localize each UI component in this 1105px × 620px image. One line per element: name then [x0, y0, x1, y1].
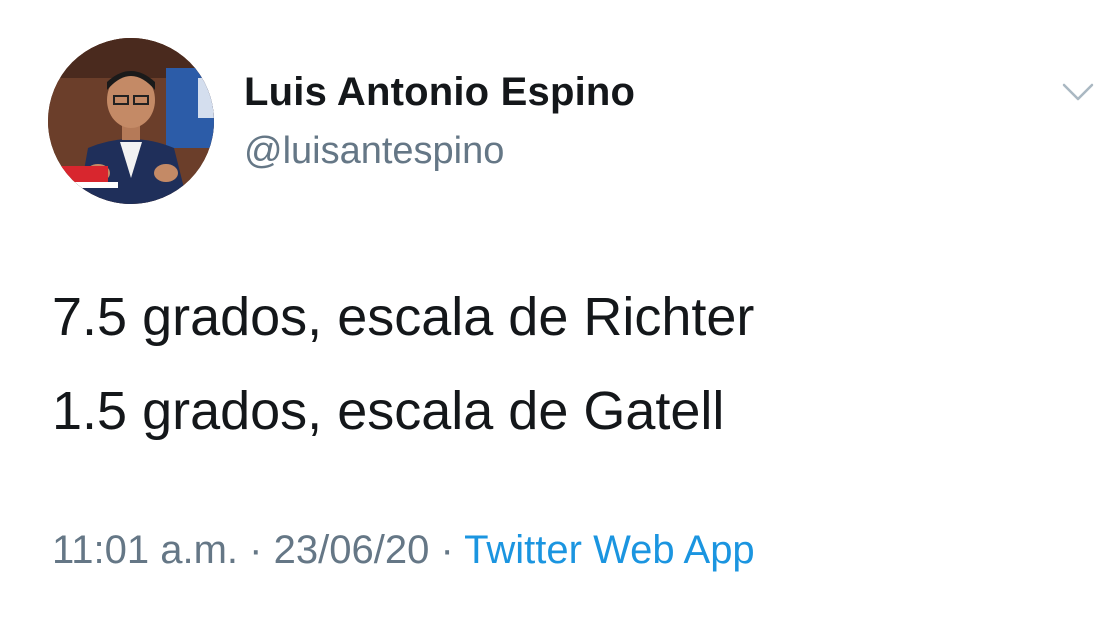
meta-separator: ·	[249, 528, 263, 572]
meta-separator: ·	[440, 528, 454, 572]
tweet-time[interactable]: 11:01 a.m.	[52, 528, 238, 572]
tweet-meta: 11:01 a.m. · 23/06/20 · Twitter Web App	[52, 528, 755, 573]
display-name[interactable]: Luis Antonio Espino	[244, 70, 635, 115]
tweet-date[interactable]: 23/06/20	[274, 528, 430, 572]
tweet-line: 1.5 grados, escala de Gatell	[52, 381, 725, 441]
tweet-card: Luis Antonio Espino @luisantespino 7.5 g…	[0, 0, 1105, 620]
user-handle[interactable]: @luisantespino	[244, 130, 504, 173]
tweet-source-link[interactable]: Twitter Web App	[464, 528, 755, 572]
avatar[interactable]	[48, 38, 214, 204]
chevron-down-icon[interactable]	[1060, 76, 1096, 106]
tweet-text: 7.5 grados, escala de Richter 1.5 grados…	[52, 270, 754, 458]
profile-photo-icon	[48, 38, 214, 204]
tweet-line: 7.5 grados, escala de Richter	[52, 287, 755, 347]
